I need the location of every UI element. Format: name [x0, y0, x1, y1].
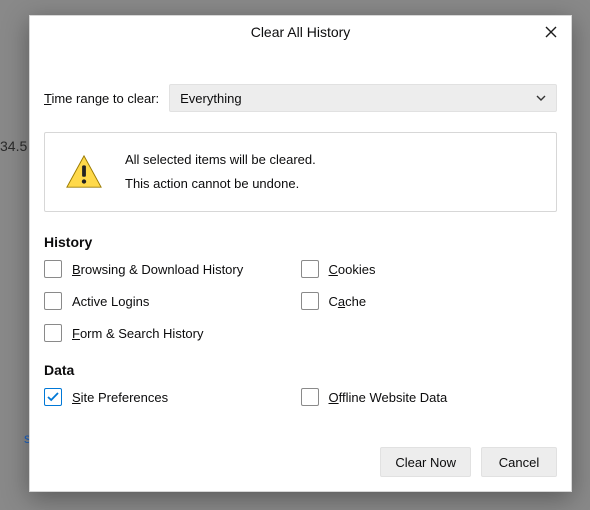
section-data-title: Data: [44, 362, 557, 378]
time-range-label: Time range to clear:: [44, 91, 159, 106]
section-history-title: History: [44, 234, 557, 250]
warning-text: All selected items will be cleared. This…: [125, 151, 316, 193]
time-range-select[interactable]: Everything: [169, 84, 557, 112]
checkbox-siteprefs[interactable]: [44, 388, 62, 406]
checkbox-browsing[interactable]: [44, 260, 62, 278]
dialog-titlebar: Clear All History: [30, 16, 571, 48]
cancel-button[interactable]: Cancel: [481, 447, 557, 477]
dialog-title: Clear All History: [251, 24, 351, 40]
close-icon: [545, 26, 557, 38]
warning-icon: [65, 153, 103, 191]
checkbox-forms[interactable]: [44, 324, 62, 342]
checkbox-row-browsing[interactable]: Browsing & Download History: [44, 260, 301, 278]
checkbox-row-offline[interactable]: Offline Website Data: [301, 388, 558, 406]
close-button[interactable]: [531, 16, 571, 48]
checkbox-label: Active Logins: [72, 294, 149, 309]
checkbox-row-cache[interactable]: Cache: [301, 292, 558, 310]
checkbox-cookies[interactable]: [301, 260, 319, 278]
checkbox-cache[interactable]: [301, 292, 319, 310]
checkbox-label: Form & Search History: [72, 326, 204, 341]
time-range-value: Everything: [180, 91, 241, 106]
checkbox-label: Cookies: [329, 262, 376, 277]
checkbox-label: Browsing & Download History: [72, 262, 243, 277]
background-content: 34.5 s: [0, 130, 31, 454]
checkbox-label: Cache: [329, 294, 367, 309]
checkbox-label: Site Preferences: [72, 390, 168, 405]
warning-alert: All selected items will be cleared. This…: [44, 132, 557, 212]
checkbox-logins[interactable]: [44, 292, 62, 310]
checkbox-row-forms[interactable]: Form & Search History: [44, 324, 301, 342]
clear-now-button[interactable]: Clear Now: [380, 447, 471, 477]
checkbox-label: Offline Website Data: [329, 390, 448, 405]
checkbox-row-logins[interactable]: Active Logins: [44, 292, 301, 310]
checkbox-row-cookies[interactable]: Cookies: [301, 260, 558, 278]
chevron-down-icon: [536, 92, 546, 104]
clear-history-dialog: Clear All History Time range to clear: E…: [29, 15, 572, 492]
checkbox-row-siteprefs[interactable]: Site Preferences: [44, 388, 301, 406]
checkbox-offline[interactable]: [301, 388, 319, 406]
